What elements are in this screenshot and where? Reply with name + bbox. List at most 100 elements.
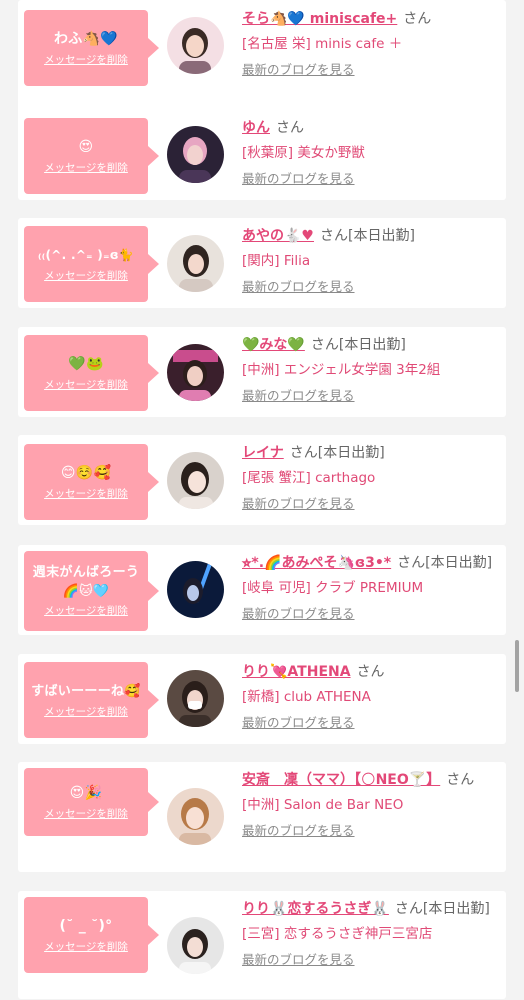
latest-blog-link[interactable]: 最新のブログを見る (242, 714, 504, 732)
delete-message-link[interactable]: メッセージを削除 (44, 52, 128, 68)
message-bubble: ₍₍(^. .^₌ )₌ɞ🐈 メッセージを削除 (24, 226, 159, 302)
honorific: さん (446, 772, 475, 788)
honorific: さん (403, 11, 432, 27)
message-text: わふ🐴💙 (53, 30, 119, 47)
latest-blog-link[interactable]: 最新のブログを見る (242, 822, 504, 840)
message-bubble: 😍 メッセージを削除 (24, 118, 159, 194)
sender-info: レイナ さん[本日出勤] [尾張 蟹江] carthago 最新のブログを見る (242, 442, 504, 513)
delete-message-link[interactable]: メッセージを削除 (44, 704, 128, 720)
delete-message-link[interactable]: メッセージを削除 (44, 806, 128, 822)
message-text: 週末がんばろーう🌈🐱🩵 (32, 565, 140, 599)
page: { "colors": { "page_bg": "#f3f3f3", "car… (0, 0, 524, 1000)
honorific: さん (310, 337, 339, 353)
sender-name-link[interactable]: りり💘ATHENA (242, 664, 351, 680)
sender-line: 💚みな💚 さん[本日出勤] (242, 334, 504, 357)
scrollbar-thumb[interactable] (515, 640, 519, 692)
sender-info: そら🐴💙 miniscafe+ さん [名古屋 栄] minis cafe ＋ 最… (242, 8, 504, 79)
sender-name-link[interactable]: ⭐︎*.🌈あみぺそ🦄ɞ3•* (242, 555, 391, 571)
status-text: [本日出勤] (425, 555, 493, 571)
sender-line: りり💘ATHENA さん (242, 661, 504, 684)
avatar[interactable] (167, 344, 224, 401)
latest-blog-link[interactable]: 最新のブログを見る (242, 170, 504, 188)
message-bubble: 週末がんばろーう🌈🐱🩵 メッセージを削除 (24, 551, 159, 631)
sender-line: そら🐴💙 miniscafe+ さん (242, 8, 504, 31)
sender-name-link[interactable]: 💚みな💚 (242, 337, 305, 353)
delete-message-link[interactable]: メッセージを削除 (44, 939, 128, 955)
list-item: (˘ _ ˘)° メッセージを削除 りり🐰恋するうさぎ🐰 さん[本日出勤] [三宮… (18, 891, 506, 999)
sender-info: 安斎 凜（ママ）【🌕NEO🍸】 さん [中洲] Salon de Bar NEO … (242, 769, 504, 840)
shop-text: [岐阜 可児] クラブ PREMIUM (242, 580, 424, 596)
message-bubble: 😊☺️🥰 メッセージを削除 (24, 444, 159, 520)
sender-info: ⭐︎*.🌈あみぺそ🦄ɞ3•* さん[本日出勤] [岐阜 可児] クラブ PREMI… (242, 552, 504, 623)
delete-message-link[interactable]: メッセージを削除 (44, 160, 128, 176)
shop-text: [新橋] club ATHENA (242, 689, 371, 705)
sender-line: 安斎 凜（ママ）【🌕NEO🍸】 さん (242, 769, 504, 792)
sender-name-link[interactable]: ゆん (242, 120, 270, 136)
delete-message-link[interactable]: メッセージを削除 (44, 377, 128, 393)
message-bubble: (˘ _ ˘)° メッセージを削除 (24, 897, 159, 973)
latest-blog-link[interactable]: 最新のブログを見る (242, 387, 504, 405)
profile-photo-icon (167, 917, 224, 974)
delete-message-link[interactable]: メッセージを削除 (44, 268, 128, 284)
profile-photo-icon (167, 670, 224, 727)
shop-text: [関内] Filia (242, 253, 311, 269)
list-item: ₍₍(^. .^₌ )₌ɞ🐈 メッセージを削除 あやの🐇♥ さん[本日出勤] [関… (18, 218, 506, 308)
honorific: さん (356, 664, 385, 680)
message-text: すばいーーーね🥰 (31, 683, 141, 699)
sender-info: りり💘ATHENA さん [新橋] club ATHENA 最新のブログを見る (242, 661, 504, 732)
message-text: (˘ _ ˘)° (59, 917, 113, 934)
sender-info: ゆん さん [秋葉原] 美女か野獣 最新のブログを見る (242, 117, 504, 188)
delete-message-link[interactable]: メッセージを削除 (44, 486, 128, 502)
profile-photo-icon (167, 344, 224, 401)
sender-line: あやの🐇♥ さん[本日出勤] (242, 225, 504, 248)
sender-name-link[interactable]: レイナ (242, 445, 284, 461)
honorific: さん (319, 228, 348, 244)
latest-blog-link[interactable]: 最新のブログを見る (242, 951, 504, 969)
sender-name-link[interactable]: 安斎 凜（ママ）【🌕NEO🍸】 (242, 772, 440, 788)
latest-blog-link[interactable]: 最新のブログを見る (242, 605, 504, 623)
avatar[interactable] (167, 917, 224, 974)
latest-blog-link[interactable]: 最新のブログを見る (242, 61, 504, 79)
message-bubble: 😍🎉 メッセージを削除 (24, 768, 159, 836)
honorific: さん (289, 445, 318, 461)
latest-blog-link[interactable]: 最新のブログを見る (242, 495, 504, 513)
avatar[interactable] (167, 17, 224, 74)
sender-name-link[interactable]: りり🐰恋するうさぎ🐰 (242, 901, 389, 917)
profile-photo-icon (167, 561, 224, 618)
message-bubble: 💚🐸 メッセージを削除 (24, 335, 159, 411)
avatar[interactable] (167, 235, 224, 292)
list-item: 😍 メッセージを削除 ゆん さん [秋葉原] 美女か野獣 最新のブログを見る (18, 110, 506, 200)
avatar[interactable] (167, 561, 224, 618)
status-text: [本日出勤] (317, 445, 385, 461)
message-bubble: すばいーーーね🥰 メッセージを削除 (24, 662, 159, 738)
avatar[interactable] (167, 788, 224, 845)
sender-line: ゆん さん (242, 117, 504, 140)
sender-info: 💚みな💚 さん[本日出勤] [中洲] エンジェル女学園 3年2組 最新のブログを見… (242, 334, 504, 405)
shop-text: [中洲] Salon de Bar NEO (242, 797, 404, 813)
avatar[interactable] (167, 670, 224, 727)
shop-text: [秋葉原] 美女か野獣 (242, 145, 365, 161)
message-text: 😍 (78, 138, 94, 155)
message-text: 😊☺️🥰 (60, 464, 112, 481)
sender-name-link[interactable]: あやの🐇♥ (242, 228, 314, 244)
message-text: ₍₍(^. .^₌ )₌ɞ🐈 (37, 247, 135, 262)
shop-text: [中洲] エンジェル女学園 3年2組 (242, 362, 441, 378)
list-item: わふ🐴💙 メッセージを削除 そら🐴💙 miniscafe+ さん [名古屋 栄] … (18, 0, 506, 118)
status-text: [本日出勤] (338, 337, 406, 353)
shop-text: [三宮] 恋するうさぎ神戸三宮店 (242, 926, 433, 942)
sender-line: レイナ さん[本日出勤] (242, 442, 504, 465)
avatar[interactable] (167, 126, 224, 183)
sender-info: りり🐰恋するうさぎ🐰 さん[本日出勤] [三宮] 恋するうさぎ神戸三宮店 最新のブ… (242, 898, 504, 969)
latest-blog-link[interactable]: 最新のブログを見る (242, 278, 504, 296)
sender-info: あやの🐇♥ さん[本日出勤] [関内] Filia 最新のブログを見る (242, 225, 504, 296)
status-text: [本日出勤] (347, 228, 415, 244)
avatar[interactable] (167, 452, 224, 509)
message-text: 💚🐸 (68, 355, 104, 372)
list-item: 😊☺️🥰 メッセージを削除 レイナ さん[本日出勤] [尾張 蟹江] cartha… (18, 435, 506, 525)
honorific: さん (394, 901, 423, 917)
message-bubble: わふ🐴💙 メッセージを削除 (24, 10, 159, 86)
sender-name-link[interactable]: そら🐴💙 miniscafe+ (242, 11, 397, 27)
profile-photo-icon (167, 452, 224, 509)
delete-message-link[interactable]: メッセージを削除 (44, 603, 128, 619)
status-text: [本日出勤] (422, 901, 490, 917)
